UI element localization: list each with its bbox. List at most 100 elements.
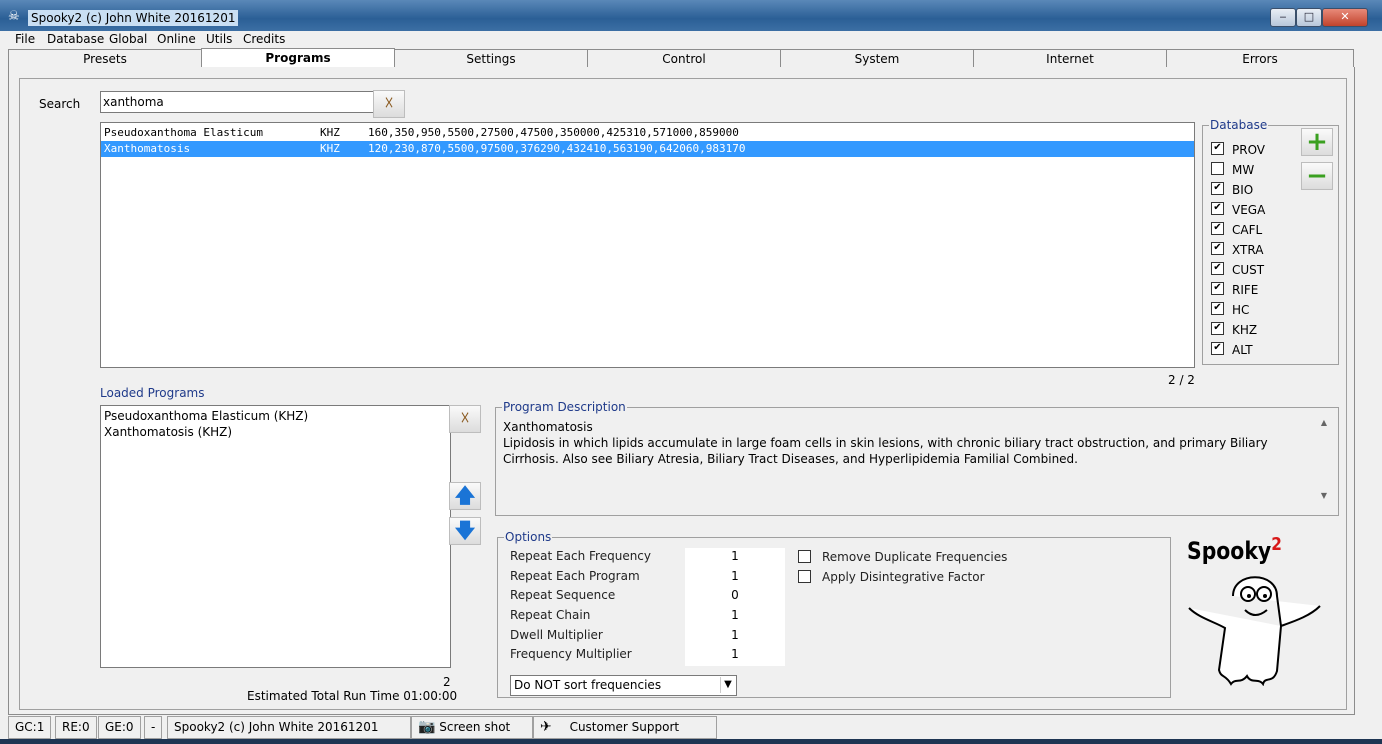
loaded-program-item[interactable]: Pseudoxanthoma Elasticum (KHZ) (101, 408, 450, 424)
result-row[interactable]: Pseudoxanthoma Elasticum KHZ 160,350,950,5… (101, 125, 1194, 141)
status-copyright: Spooky2 (c) John White 20161201 (167, 716, 411, 739)
option-value-input[interactable]: 1 (685, 628, 785, 642)
database-item-label: XTRA (1232, 243, 1264, 257)
database-item-label: CUST (1232, 263, 1265, 277)
database-item-hc[interactable]: ✔ HC (1210, 301, 1300, 321)
checkbox[interactable] (1211, 162, 1224, 175)
menu-file[interactable]: File (15, 32, 35, 46)
logo-text: Spooky2 (1187, 534, 1282, 565)
database-item-vega[interactable]: ✔ VEGA (1210, 201, 1300, 221)
remove-database-button[interactable]: − (1301, 162, 1333, 190)
option-row: Repeat Each Program 1 (510, 569, 770, 589)
checkbox[interactable]: ✔ (1211, 342, 1224, 355)
database-item-rife[interactable]: ✔ RIFE (1210, 281, 1300, 301)
search-input[interactable] (100, 91, 374, 113)
checkbox[interactable]: ✔ (1211, 262, 1224, 275)
maximize-button[interactable]: □ (1296, 8, 1322, 27)
checkbox[interactable]: ✔ (1211, 282, 1224, 295)
result-freqs: 120,230,870,5500,97500,376290,432410,563… (368, 142, 746, 155)
customer-support-button[interactable]: ✈ Customer Support (533, 716, 717, 739)
option-check[interactable]: Remove Duplicate Frequencies (798, 549, 1058, 569)
database-item-mw[interactable]: MW (1210, 161, 1300, 181)
database-item-label: ALT (1232, 343, 1253, 357)
option-row: Frequency Multiplier 1 (510, 647, 770, 667)
status-dash: - (144, 716, 163, 739)
tab-errors[interactable]: Errors (1166, 49, 1354, 68)
tab-settings[interactable]: Settings (394, 49, 588, 68)
result-name: Xanthomatosis (104, 142, 191, 155)
database-item-khz[interactable]: ✔ KHZ (1210, 321, 1300, 341)
add-database-button[interactable]: + (1301, 128, 1333, 156)
menu-online[interactable]: Online (157, 32, 196, 46)
scroll-down-icon: ▼ (1320, 491, 1328, 500)
menu-utils[interactable]: Utils (206, 32, 232, 46)
option-label: Repeat Sequence (510, 588, 616, 603)
loaded-programs-title: Loaded Programs (100, 386, 205, 400)
results-list[interactable]: Pseudoxanthoma Elasticum KHZ 160,350,950,5… (100, 122, 1195, 368)
move-up-button[interactable]: 🡅 (449, 482, 481, 510)
move-down-button[interactable]: 🡇 (449, 517, 481, 545)
checkbox[interactable]: ✔ (1211, 202, 1224, 215)
loaded-program-item[interactable]: Xanthomatosis (KHZ) (101, 424, 450, 440)
sort-select-value: Do NOT sort frequencies (514, 678, 662, 692)
checkbox[interactable]: ✔ (1211, 142, 1224, 155)
option-check-label: Apply Disintegrative Factor (822, 569, 985, 584)
option-value-input[interactable]: 1 (685, 608, 785, 622)
clear-loaded-button[interactable]: ☓ (449, 405, 481, 433)
option-value-input[interactable]: 1 (685, 569, 785, 583)
database-item-cust[interactable]: ✔ CUST (1210, 261, 1300, 281)
search-label: Search (39, 97, 81, 111)
sort-select[interactable]: Do NOT sort frequencies ▼ (510, 675, 737, 696)
checkbox[interactable]: ✔ (1211, 242, 1224, 255)
spooky2-logo: Spooky2 (1185, 534, 1335, 689)
database-item-bio[interactable]: ✔ BIO (1210, 181, 1300, 201)
checkbox[interactable] (798, 569, 811, 583)
menu-global[interactable]: Global (109, 32, 147, 46)
option-row: Repeat Each Frequency 1 (510, 549, 770, 569)
minimize-button[interactable]: ‒ (1270, 8, 1296, 27)
result-row[interactable]: Xanthomatosis KHZ 120,230,870,5500,97500,3… (101, 141, 1194, 157)
option-check-label: Remove Duplicate Frequencies (822, 550, 1008, 564)
result-name: Pseudoxanthoma Elasticum (104, 126, 263, 139)
database-item-alt[interactable]: ✔ ALT (1210, 341, 1300, 361)
tab-control[interactable]: Control (587, 49, 781, 68)
broom-icon: ☓ (460, 408, 470, 429)
checkbox[interactable]: ✔ (1211, 222, 1224, 235)
option-value-input[interactable]: 1 (685, 549, 785, 563)
chevron-down-icon: ▼ (720, 677, 735, 693)
database-item-cafl[interactable]: ✔ CAFL (1210, 221, 1300, 241)
description-scrollbar[interactable]: ▲ ▼ (1317, 418, 1331, 510)
program-description: Xanthomatosis Lipidosis in which lipids … (503, 419, 1313, 467)
menu-credits[interactable]: Credits (243, 32, 285, 46)
option-value-input[interactable]: 1 (685, 647, 785, 661)
database-item-prov[interactable]: ✔ PROV (1210, 141, 1300, 161)
result-freqs: 160,350,950,5500,27500,47500,350000,4253… (368, 126, 739, 139)
menu-database[interactable]: Database (47, 32, 104, 46)
database-item-xtra[interactable]: ✔ XTRA (1210, 241, 1300, 261)
option-value-input[interactable]: 0 (685, 588, 785, 602)
tab-system[interactable]: System (780, 49, 974, 68)
database-item-label: MW (1232, 163, 1255, 177)
tab-presets[interactable]: Presets (8, 49, 202, 68)
option-row: Repeat Chain 1 (510, 608, 770, 628)
loaded-count: 2 (443, 675, 451, 689)
database-title: Database (1210, 118, 1268, 132)
screenshot-button[interactable]: 📷 Screen shot (411, 716, 533, 739)
option-check[interactable]: Apply Disintegrative Factor (798, 569, 1058, 589)
app-icon: ☠ (8, 9, 20, 24)
scroll-up-icon: ▲ (1320, 418, 1328, 427)
result-count: 2 / 2 (1168, 373, 1195, 387)
database-item-label: BIO (1232, 183, 1254, 197)
status-gc: GC:1 (8, 716, 52, 739)
close-button[interactable]: ✕ (1322, 8, 1368, 27)
checkbox[interactable]: ✔ (1211, 322, 1224, 335)
options-title: Options (505, 530, 552, 544)
checkbox[interactable]: ✔ (1211, 182, 1224, 195)
checkbox[interactable] (798, 550, 811, 563)
clear-search-button[interactable]: ☓ (373, 90, 405, 118)
tab-internet[interactable]: Internet (973, 49, 1167, 68)
loaded-programs-list[interactable]: Pseudoxanthoma Elasticum (KHZ) Xanthomato… (100, 405, 451, 668)
tab-programs[interactable]: Programs (201, 48, 395, 69)
program-description-title: Program Description (503, 400, 626, 414)
checkbox[interactable]: ✔ (1211, 302, 1224, 315)
